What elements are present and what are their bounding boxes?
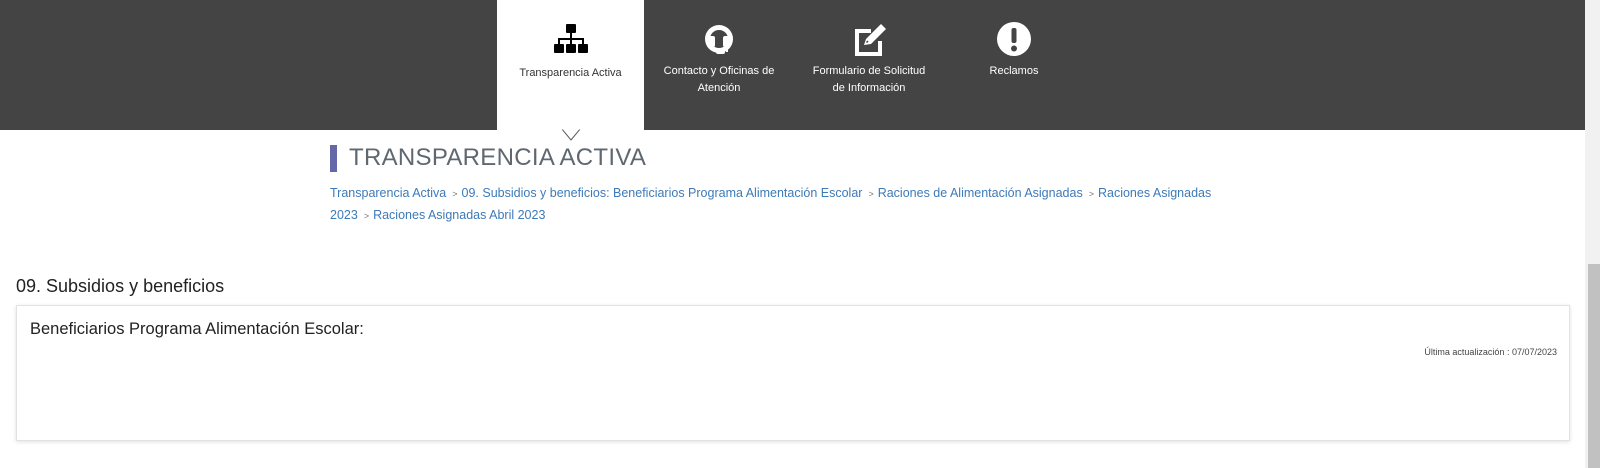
tab-formulario-solicitud[interactable]: Formulario de Solicitud de Información <box>794 0 944 130</box>
breadcrumb: Transparencia Activa >09. Subsidios y ben… <box>330 183 1260 226</box>
heading-accent-bar <box>330 144 337 172</box>
sitemap-icon <box>553 24 588 53</box>
tab-label: Transparencia Activa <box>519 67 622 79</box>
beneficiarios-card: Beneficiarios Programa Alimentación Esco… <box>16 305 1570 441</box>
active-tab-pointer <box>561 128 581 141</box>
card-title: Beneficiarios Programa Alimentación Esco… <box>30 320 364 338</box>
breadcrumb-link[interactable]: Raciones Asignadas Abril 2023 <box>373 208 545 222</box>
edit-icon <box>855 24 886 56</box>
breadcrumb-separator: > <box>452 189 458 199</box>
breadcrumb-separator: > <box>363 210 370 221</box>
exclamation-icon <box>997 22 1031 56</box>
top-navigation: Transparencia Activa Contacto y Oficinas… <box>0 0 1585 130</box>
breadcrumb-separator: > <box>868 189 874 199</box>
breadcrumb-link[interactable]: Raciones de Alimentación Asignadas <box>878 186 1083 200</box>
page-title: TRANSPARENCIA ACTIVA <box>349 144 647 171</box>
breadcrumb-link[interactable]: 09. Subsidios y beneficios: Beneficiario… <box>462 186 863 200</box>
section-title: 09. Subsidios y beneficios <box>16 276 225 296</box>
tab-contacto-oficinas[interactable]: Contacto y Oficinas de Atención <box>644 0 794 130</box>
scrollbar-thumb[interactable] <box>1588 264 1600 468</box>
tab-transparencia-activa[interactable]: Transparencia Activa <box>497 0 644 130</box>
tab-label: Formulario de Solicitud de Información <box>812 65 926 94</box>
breadcrumb-separator: > <box>1088 189 1094 199</box>
tab-reclamos[interactable]: Reclamos <box>944 0 1084 130</box>
tab-label: Contacto y Oficinas de Atención <box>663 65 775 94</box>
last-updated: Última actualización : 07/07/2023 <box>1424 347 1557 357</box>
page-heading: TRANSPARENCIA ACTIVA <box>330 144 646 172</box>
breadcrumb-link[interactable]: Transparencia Activa <box>330 186 446 200</box>
headset-icon <box>705 25 733 54</box>
tab-label: Reclamos <box>989 65 1039 77</box>
